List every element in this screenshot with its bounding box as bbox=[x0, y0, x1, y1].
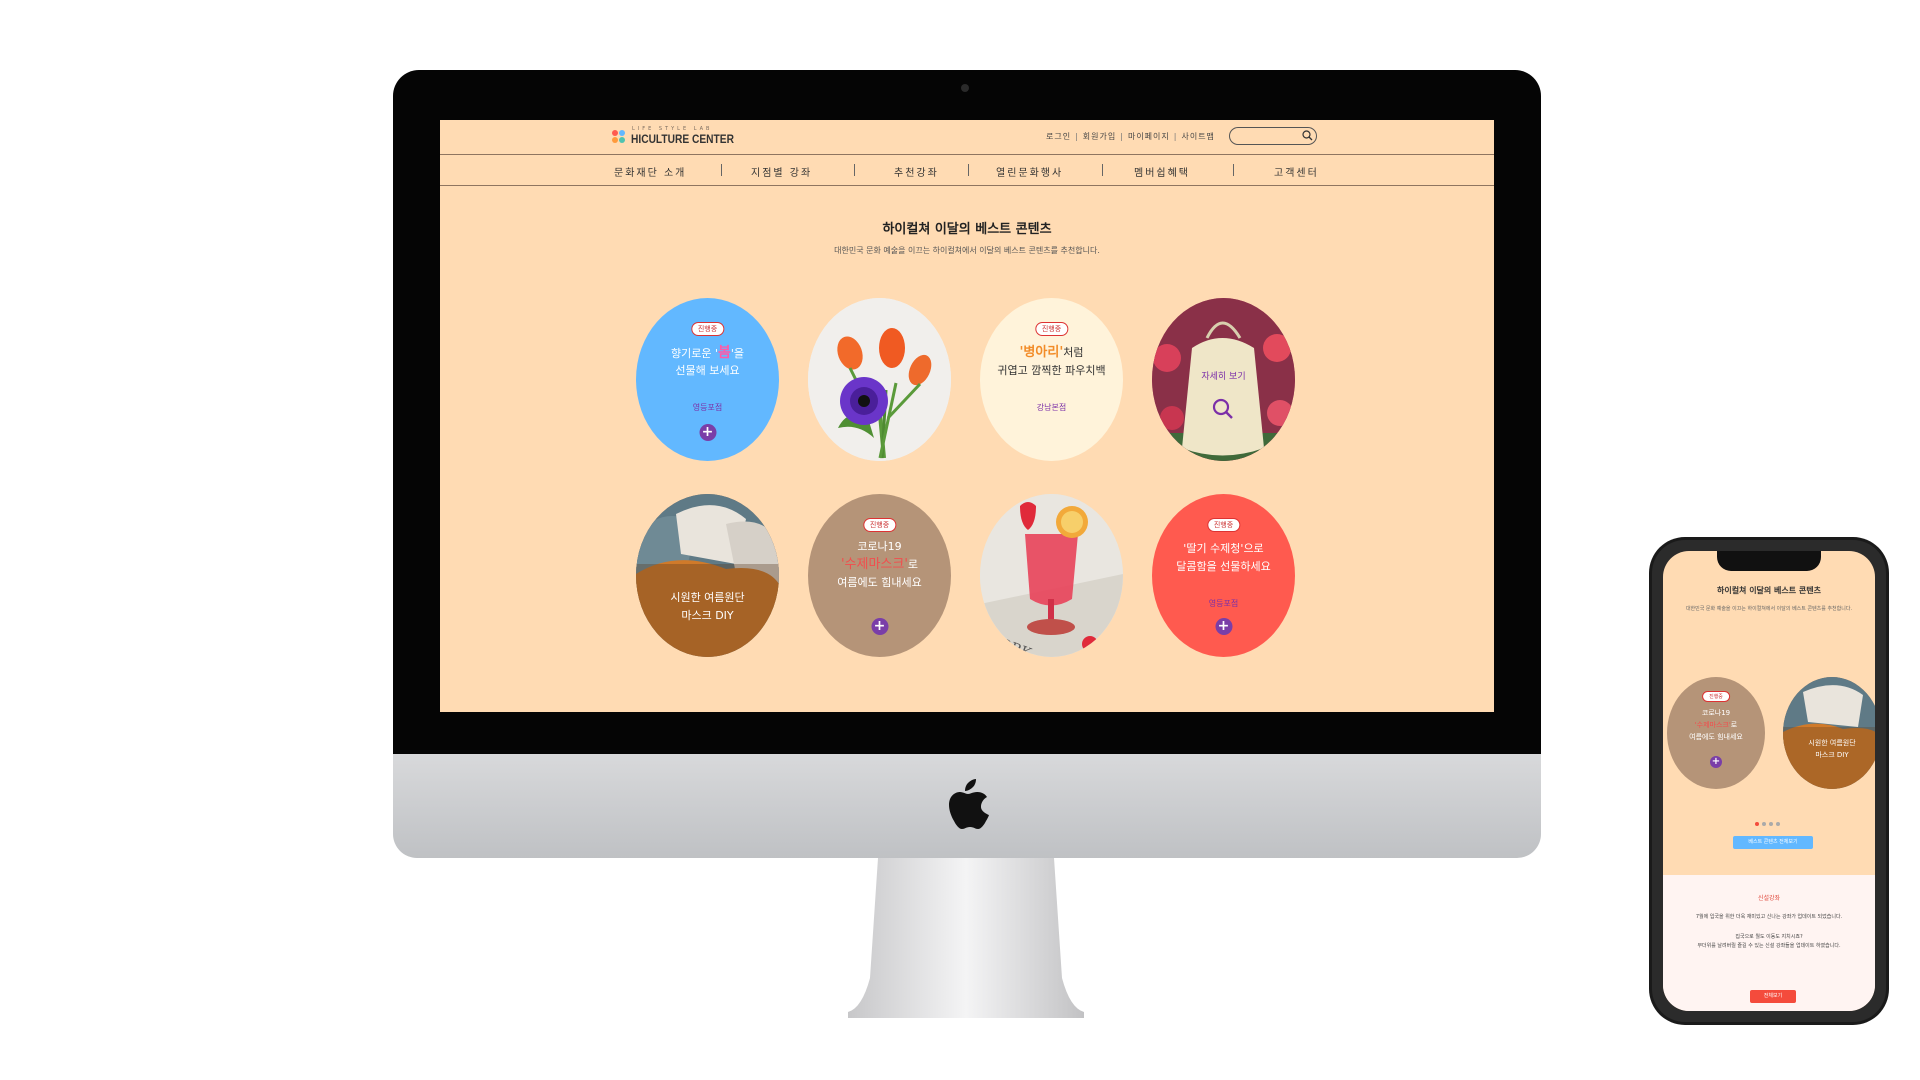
new-courses-section: 신설강좌 7월에 입국을 위한 더욱 재미있고 신나는 강좌가 업데이트 되었습… bbox=[1663, 875, 1875, 1011]
main-nav: 문화재단 소개 지점별 강좌 추천강좌 열린문화행사 멤버쉽혜택 고객센터 bbox=[440, 155, 1494, 186]
card-title: 향기로운 '봄'을 bbox=[670, 345, 745, 361]
new-courses-title: 신설강좌 bbox=[1757, 895, 1781, 902]
card-title: 코로나19 bbox=[857, 540, 902, 553]
mobile-card-handmade-mask[interactable]: 진행중 코로나19 '수제마스크'로 여름에도 힘내세요 + bbox=[1667, 677, 1765, 789]
view-all-best-button[interactable]: 베스트 콘텐츠 전체보기 bbox=[1733, 836, 1813, 849]
nav-divider bbox=[1102, 164, 1103, 176]
new-courses-text: 무더위를 날려버릴 즐길 수 있는 신설 강좌들을 업데이트 하였습니다. bbox=[1697, 943, 1841, 949]
branch-label: 강남본점 bbox=[1036, 403, 1067, 412]
content-card-strawberry-drink-image[interactable]: YORK bbox=[980, 494, 1123, 657]
strawberry-drink-image: YORK bbox=[980, 494, 1123, 657]
card-subtitle: 마스크 DIY bbox=[1815, 751, 1849, 759]
nav-item-branch-courses[interactable]: 지점별 강좌 bbox=[751, 164, 812, 179]
logo-dots-icon bbox=[612, 130, 626, 144]
section-title: 하이컬쳐 이달의 베스트 콘텐츠 bbox=[882, 222, 1052, 237]
phone-mockup: 하이컬쳐 이달의 베스트 콘텐츠 대한민국 문화 예술을 이끄는 하이컬쳐에서 … bbox=[1649, 537, 1889, 1025]
nav-item-support[interactable]: 고객센터 bbox=[1274, 164, 1319, 179]
new-courses-text: 집국으로 뭘도 이동도 지치시죠? bbox=[1735, 934, 1803, 940]
card-subtitle: 귀엽고 깜찍한 파우치백 bbox=[997, 364, 1106, 377]
phone-notch bbox=[1717, 551, 1821, 571]
tulip-bouquet-image bbox=[808, 298, 951, 461]
card-title: 코로나19 bbox=[1701, 709, 1731, 717]
card-title: 시원한 여름원단 bbox=[1808, 739, 1856, 747]
nav-item-recommended[interactable]: 추천강좌 bbox=[894, 164, 939, 179]
status-badge: 진행중 bbox=[1702, 691, 1730, 702]
content-card-mask-diy[interactable]: 시원한 여름원단 마스크 DIY bbox=[636, 494, 779, 657]
card-highlight: '수제마스크'로 bbox=[840, 557, 919, 572]
view-all-button[interactable]: 전체보기 bbox=[1750, 990, 1796, 1003]
branch-label: 영등포점 bbox=[1208, 599, 1239, 608]
card-subtitle: 여름에도 힘내세요 bbox=[1689, 733, 1743, 741]
view-detail-label[interactable]: 자세히 보기 bbox=[1152, 368, 1295, 386]
mobile-card-mask-diy[interactable]: 시원한 여름원단 마스크 DIY bbox=[1783, 677, 1875, 789]
nav-divider bbox=[854, 164, 855, 176]
nav-divider bbox=[721, 164, 722, 176]
nav-item-events[interactable]: 열린문화행사 bbox=[996, 164, 1063, 179]
site-header: LIFE STYLE LAB HICULTURE CENTER 로그인 | 회원가입… bbox=[440, 120, 1494, 155]
content-card-pouch[interactable]: 진행중 '병아리'처럼 귀엽고 깜찍한 파우치백 강남본점 bbox=[980, 298, 1123, 461]
login-link[interactable]: 로그인 bbox=[1046, 132, 1071, 141]
nav-divider bbox=[1233, 164, 1234, 176]
mobile-section-subtitle: 대한민국 문화 예술을 이끄는 하이컬쳐에서 이달의 베스트 콘텐츠를 추천합니… bbox=[1685, 606, 1853, 612]
card-highlight: '수제마스크'로 bbox=[1694, 721, 1738, 729]
mobile-screen: 하이컬쳐 이달의 베스트 콘텐츠 대한민국 문화 예술을 이끄는 하이컬쳐에서 … bbox=[1663, 551, 1875, 1011]
status-badge: 진행중 bbox=[862, 518, 897, 532]
card-subtitle: 선물해 보세요 bbox=[675, 364, 740, 377]
plus-icon[interactable]: + bbox=[699, 424, 716, 441]
imac-stand bbox=[848, 858, 1084, 1018]
search-icon[interactable] bbox=[1302, 130, 1313, 141]
card-subtitle: 마스크 DIY bbox=[681, 609, 734, 622]
utility-links: 로그인 | 회원가입 | 마이페이지 | 사이트맵 bbox=[1046, 132, 1215, 141]
plus-icon[interactable]: + bbox=[871, 618, 888, 635]
sitemap-link[interactable]: 사이트맵 bbox=[1181, 132, 1214, 141]
signup-link[interactable]: 회원가입 bbox=[1083, 132, 1116, 141]
nav-divider bbox=[968, 164, 969, 176]
content-card-handmade-mask[interactable]: 진행중 코로나19 '수제마스크'로 여름에도 힘내세요 + bbox=[808, 494, 951, 657]
card-title: '병아리'처럼 bbox=[1019, 345, 1084, 360]
website-screen: LIFE STYLE LAB HICULTURE CENTER 로그인 | 회원가입… bbox=[440, 120, 1494, 712]
status-badge: 진행중 bbox=[1034, 322, 1069, 336]
content-card-flowers-image[interactable] bbox=[808, 298, 951, 461]
nav-item-about[interactable]: 문화재단 소개 bbox=[614, 164, 686, 179]
card-subtitle: 달콤함을 선물하세요 bbox=[1176, 560, 1271, 573]
card-subtitle: 여름에도 힘내세요 bbox=[837, 576, 922, 589]
status-badge: 진행중 bbox=[1206, 518, 1241, 532]
plus-icon[interactable]: + bbox=[1710, 756, 1722, 768]
card-title: 시원한 여름원단 bbox=[670, 591, 745, 604]
mobile-section-title: 하이컬쳐 이달의 베스트 콘텐츠 bbox=[1716, 586, 1822, 595]
logo-text: HICULTURE CENTER bbox=[631, 132, 734, 146]
content-card-strawberry-syrup[interactable]: 진행중 '딸기 수제청'으로 달콤함을 선물하세요 영등포점 + bbox=[1152, 494, 1295, 657]
apple-logo-icon bbox=[949, 779, 989, 829]
branch-label: 영등포점 bbox=[692, 403, 723, 412]
mypage-link[interactable]: 마이페이지 bbox=[1128, 132, 1170, 141]
plus-icon[interactable]: + bbox=[1215, 618, 1232, 635]
carousel-dots[interactable] bbox=[1755, 811, 1783, 830]
section-subtitle: 대한민국 문화 예술을 이끄는 하이컬쳐에서 이달의 베스트 콘텐츠를 추천합니… bbox=[834, 246, 1100, 255]
new-courses-text: 7월에 입국을 위한 더욱 재미있고 신나는 강좌가 업데이트 되었습니다. bbox=[1695, 914, 1843, 920]
nav-item-membership[interactable]: 멤버쉽혜택 bbox=[1134, 164, 1190, 179]
magnifier-icon[interactable] bbox=[1212, 398, 1234, 420]
search-input[interactable] bbox=[1229, 127, 1317, 145]
fabric-masks-image bbox=[636, 494, 779, 657]
content-card-bag-image[interactable]: 자세히 보기 bbox=[1152, 298, 1295, 461]
camera-icon bbox=[961, 84, 969, 92]
fabric-masks-image bbox=[1783, 677, 1875, 789]
content-card-spring[interactable]: 진행중 향기로운 '봄'을 선물해 보세요 영등포점 + bbox=[636, 298, 779, 461]
card-title: '딸기 수제청'으로 bbox=[1183, 542, 1264, 555]
status-badge: 진행중 bbox=[690, 322, 725, 336]
